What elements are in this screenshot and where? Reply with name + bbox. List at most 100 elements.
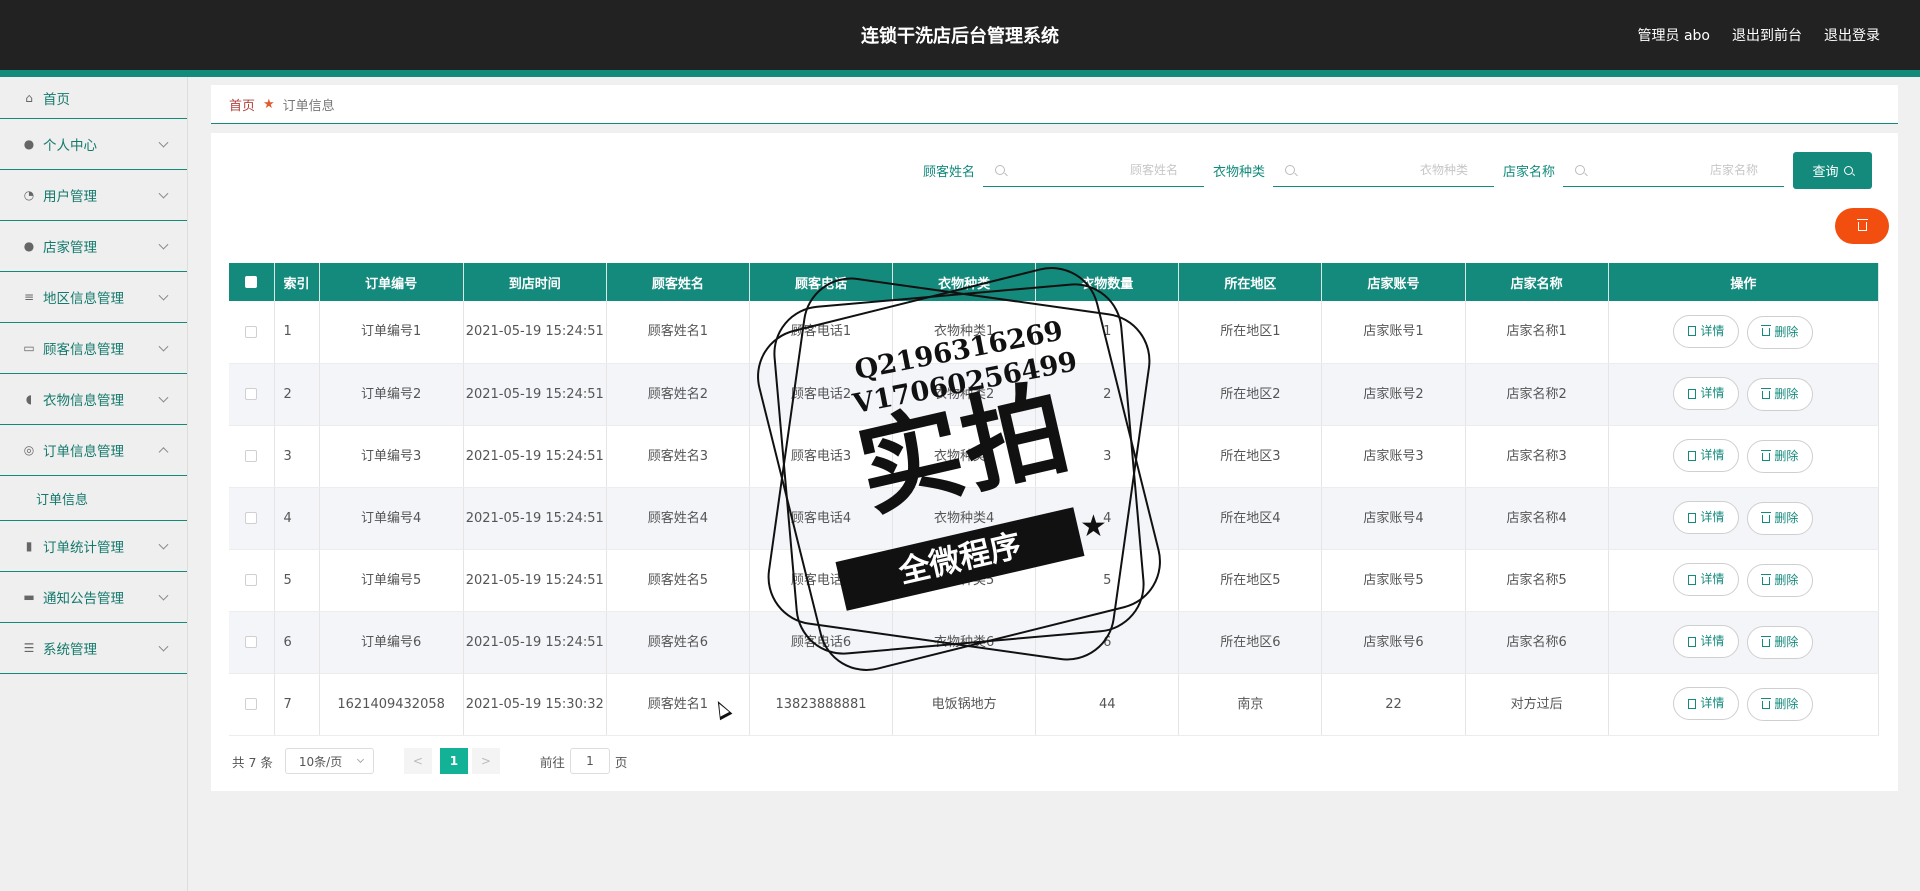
row-checkbox[interactable] (245, 512, 258, 524)
row-checkbox[interactable] (245, 388, 258, 400)
row-checkbox[interactable] (245, 450, 258, 462)
column-header: 操作 (1608, 263, 1880, 301)
document-icon (1688, 698, 1697, 709)
row-checkbox[interactable] (245, 574, 258, 586)
table-cell: 订单编号6 (319, 611, 464, 674)
actions-cell: 详情 删除 (1608, 301, 1880, 364)
row-select-cell (229, 487, 275, 550)
sidebar-item[interactable]: ◎ 订单信息管理 (0, 425, 187, 476)
sidebar-item-label: 用户管理 (43, 189, 97, 205)
table-cell: 4 (1035, 487, 1180, 550)
table-cell: 订单编号1 (319, 301, 464, 364)
table-cell: 1 (1035, 301, 1180, 364)
detail-button[interactable]: 详情 (1673, 314, 1740, 348)
sidebar-item[interactable]: ● 店家管理 (0, 221, 187, 272)
sidebar-item[interactable]: ☰ 系统管理 (0, 623, 187, 674)
delete-button[interactable]: 删除 (1747, 440, 1814, 473)
chevron-up-icon (158, 447, 169, 458)
table-cell: 2021-05-19 15:24:51 (463, 549, 607, 612)
page-number-current[interactable]: 1 (439, 748, 468, 774)
table-cell: 5 (274, 549, 320, 612)
goto-prefix: 前往 (539, 754, 565, 770)
sidebar-item[interactable]: ◖ 衣物信息管理 (0, 374, 187, 425)
batch-delete-button[interactable] (1835, 208, 1889, 244)
delete-button[interactable]: 删除 (1747, 626, 1814, 659)
detail-button[interactable]: 详情 (1673, 563, 1740, 596)
detail-button-label: 详情 (1700, 696, 1725, 710)
sidebar-item[interactable]: ▮ 订单统计管理 (0, 521, 187, 572)
prev-page-button[interactable]: < (403, 748, 432, 774)
table-cell: 6 (1035, 611, 1180, 674)
query-button[interactable]: 查询 (1793, 151, 1872, 189)
table-cell: 顾客姓名4 (606, 487, 750, 550)
table-cell: 店家名称4 (1465, 487, 1609, 550)
document-icon (1688, 388, 1697, 399)
actions-cell: 详情 删除 (1608, 673, 1880, 736)
chevron-down-icon (356, 755, 364, 764)
detail-button[interactable]: 详情 (1673, 625, 1740, 658)
delete-button[interactable]: 删除 (1747, 502, 1814, 535)
page-size-select[interactable]: 10条/页 (284, 748, 374, 774)
shop-name-input[interactable] (1593, 160, 1758, 180)
sidebar-item[interactable]: ▬ 通知公告管理 (0, 572, 187, 623)
row-checkbox[interactable] (245, 698, 258, 710)
sidebar-item[interactable]: ◔ 用户管理 (0, 170, 187, 221)
table-cell: 2021-05-19 15:24:51 (463, 363, 607, 426)
sidebar-item[interactable]: ▭ 顾客信息管理 (0, 323, 187, 374)
breadcrumb-separator-icon: ★ (263, 96, 275, 112)
goto-page-input[interactable] (569, 748, 610, 774)
sidebar-item[interactable]: ≡ 地区信息管理 (0, 272, 187, 323)
content-panel: 顾客姓名 衣物种类 店家名称 查询 (211, 133, 1898, 791)
table-cell: 衣物种类4 (892, 487, 1037, 550)
table-cell: 7 (274, 673, 320, 736)
row-select-cell (229, 549, 275, 612)
column-header (229, 263, 275, 301)
clothing-type-input[interactable] (1302, 160, 1468, 180)
table-cell: 衣物种类6 (892, 611, 1037, 674)
table-row: 5 订单编号5 2021-05-19 15:24:51 顾客姓名5 顾客电话5 衣物种类5… (229, 549, 1880, 612)
detail-button[interactable]: 详情 (1673, 439, 1740, 472)
delete-button[interactable]: 删除 (1747, 688, 1814, 721)
select-all-checkbox[interactable] (245, 276, 258, 288)
top-links: 管理员 abo 退出到前台 退出登录 (1638, 25, 1880, 45)
row-checkbox[interactable] (245, 636, 258, 648)
delete-button-label: 删除 (1774, 635, 1799, 649)
table-cell: 店家名称2 (1465, 363, 1609, 426)
table-cell: 1 (274, 301, 320, 364)
search-label-clothing: 衣物种类 (1212, 164, 1265, 180)
detail-button[interactable]: 详情 (1673, 501, 1740, 534)
delete-button[interactable]: 删除 (1747, 564, 1814, 597)
sidebar-item-label: 订单信息管理 (43, 444, 124, 460)
row-checkbox[interactable] (245, 325, 258, 338)
breadcrumb-home[interactable]: 首页 (229, 95, 255, 114)
sidebar-item[interactable]: ● 个人中心 (0, 119, 187, 170)
table-cell: 店家名称3 (1465, 425, 1609, 488)
document-icon (1688, 450, 1697, 461)
delete-button[interactable]: 删除 (1747, 315, 1814, 349)
customer-name-input[interactable] (1012, 160, 1178, 180)
admin-user-link[interactable]: 管理员 abo (1638, 25, 1710, 45)
sidebar-subitem[interactable]: 订单信息 (0, 476, 187, 521)
mic-icon: ◖ (25, 392, 33, 406)
table-cell: 订单编号5 (319, 549, 464, 612)
table-header-row: 索引 订单编号 到店时间 顾客姓名 顾客电话 衣物种类 衣物数量 所在地区 店家账号 店家名称 操作 (229, 263, 1880, 301)
detail-button[interactable]: 详情 (1673, 377, 1740, 410)
exit-to-frontend-link[interactable]: 退出到前台 (1732, 25, 1802, 45)
logout-link[interactable]: 退出登录 (1824, 25, 1880, 45)
sidebar-item-label: 顾客信息管理 (43, 342, 124, 358)
actions-cell: 详情 删除 (1608, 363, 1880, 426)
table-cell: 电饭锅地方 (892, 673, 1037, 736)
actions-cell: 详情 删除 (1608, 487, 1880, 550)
table-cell: 顾客姓名3 (606, 425, 750, 488)
table-cell: 1621409432058 (319, 673, 464, 736)
sidebar-item-label: 地区信息管理 (43, 291, 124, 307)
table-row: 1 订单编号1 2021-05-19 15:24:51 顾客姓名1 顾客电话1 衣物种类1… (229, 301, 1880, 364)
table-cell: 2021-05-19 15:24:51 (463, 425, 607, 488)
sidebar-item[interactable]: ⌂ 首页 (0, 77, 187, 119)
trash-icon (1761, 449, 1772, 461)
table-cell: 所在地区2 (1178, 363, 1323, 426)
delete-button[interactable]: 删除 (1747, 378, 1814, 411)
detail-button[interactable]: 详情 (1673, 687, 1740, 720)
next-page-button[interactable]: > (471, 748, 500, 774)
table-cell: 4 (274, 487, 320, 550)
